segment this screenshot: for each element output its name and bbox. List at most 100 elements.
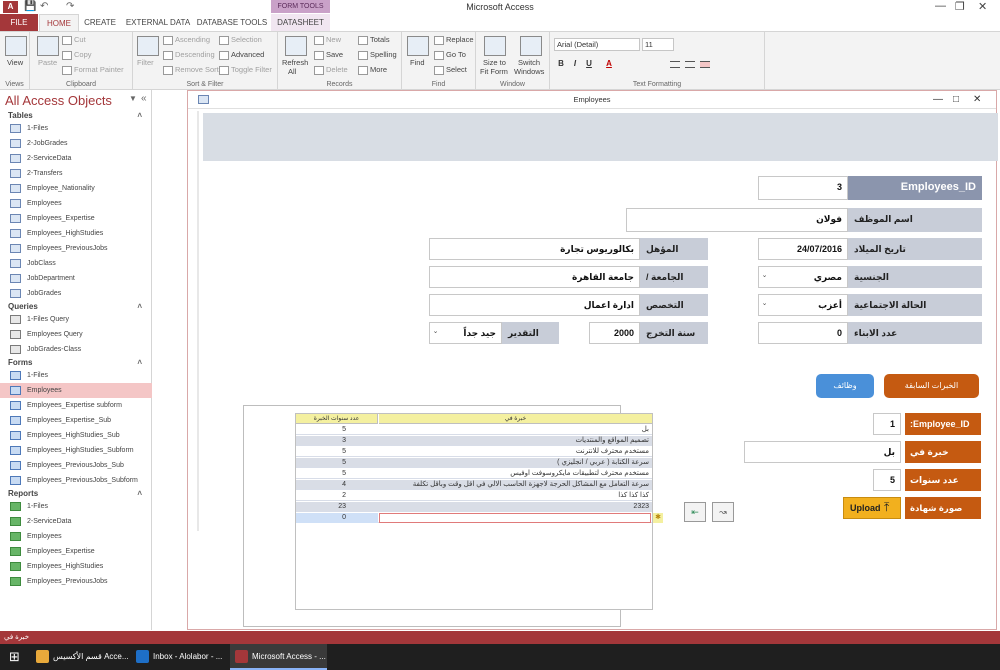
- years-cell[interactable]: 0: [296, 513, 378, 523]
- underline-button[interactable]: U: [584, 59, 594, 69]
- upload-button[interactable]: Upload ⤒: [843, 497, 901, 519]
- tab-create[interactable]: CREATE: [82, 14, 118, 31]
- new-record-icon[interactable]: ↝: [712, 502, 734, 522]
- table-row[interactable]: 5 سرعة الكتابة ( عربي / انجليزي ): [296, 458, 652, 468]
- ascending-button[interactable]: Ascending: [163, 35, 210, 45]
- new-record-button[interactable]: New: [314, 35, 341, 45]
- nav-item-employees[interactable]: Employees: [0, 196, 152, 211]
- employee-id-field[interactable]: 1: [873, 413, 901, 435]
- remove-sort-button[interactable]: Remove Sort: [163, 65, 219, 75]
- copy-button[interactable]: Copy: [62, 50, 92, 60]
- nav-item-employees[interactable]: Employees: [0, 383, 152, 398]
- years-cell[interactable]: 2: [296, 491, 378, 501]
- view-icon[interactable]: [5, 36, 27, 56]
- years-cell[interactable]: 5: [296, 447, 378, 457]
- taskbar-item[interactable]: قسم الأكسيس Acce...: [31, 644, 129, 670]
- form-close-icon[interactable]: ✕: [973, 94, 981, 105]
- paste-icon[interactable]: [37, 36, 59, 56]
- nav-item-employees-expertise[interactable]: Employees_Expertise: [0, 211, 152, 226]
- specialty-field[interactable]: ادارة اعمال: [429, 294, 640, 316]
- tab-external-data[interactable]: EXTERNAL DATA: [122, 14, 194, 31]
- nav-item-jobgrades[interactable]: JobGrades: [0, 286, 152, 301]
- nav-item-2-servicedata[interactable]: 2-ServiceData: [0, 151, 152, 166]
- nationality-combo[interactable]: مصري: [758, 266, 848, 288]
- refresh-icon[interactable]: [285, 36, 307, 56]
- nav-item-employees-expertise[interactable]: Employees_Expertise: [0, 544, 152, 559]
- table-row[interactable]: 5 بل: [296, 425, 652, 435]
- expertise-field[interactable]: بل: [744, 441, 901, 463]
- expertise-cell[interactable]: 2323: [379, 502, 651, 512]
- nav-item-employees[interactable]: Employees: [0, 529, 152, 544]
- expertise-datasheet[interactable]: عدد سنوات الخبرة خبرة في 5 بل 3 تصميم الموا…: [295, 413, 663, 610]
- new-record-row[interactable]: 0 ✱: [296, 513, 663, 523]
- table-row[interactable]: 4 سرعة التعامل مع المشاكل الحرجة لاجهزة ا…: [296, 480, 652, 490]
- nav-item-employees-highstudies-subform[interactable]: Employees_HighStudies_Subform: [0, 443, 152, 458]
- nav-item-employees-highstudies[interactable]: Employees_HighStudies: [0, 559, 152, 574]
- restore-icon[interactable]: ❐: [955, 0, 965, 13]
- switch-windows-button[interactable]: Switch: [518, 58, 540, 67]
- nav-item-employees-highstudies-sub[interactable]: Employees_HighStudies_Sub: [0, 428, 152, 443]
- nav-item-jobgrades-class[interactable]: JobGrades-Class: [0, 342, 152, 357]
- years-cell[interactable]: 5: [296, 469, 378, 479]
- table-row[interactable]: 2 كذا كذا كذا: [296, 491, 652, 501]
- toggle-filter-button[interactable]: Toggle Filter: [219, 65, 272, 75]
- paste-button[interactable]: Paste: [38, 58, 57, 67]
- more-button[interactable]: More: [358, 65, 387, 75]
- nav-item-1-files[interactable]: 1-Files: [0, 368, 152, 383]
- years-cell[interactable]: 5: [296, 458, 378, 468]
- delete-record-button[interactable]: Delete: [314, 65, 348, 75]
- years-cell[interactable]: 5: [296, 425, 378, 435]
- form-restore-icon[interactable]: □: [953, 94, 959, 105]
- font-size-select[interactable]: 11: [642, 38, 674, 51]
- binoculars-icon[interactable]: [407, 36, 429, 56]
- years-cell[interactable]: 3: [296, 436, 378, 446]
- nav-item-2-transfers[interactable]: 2-Transfers: [0, 166, 152, 181]
- nav-item-employees-expertise-subform[interactable]: Employees_Expertise subform: [0, 398, 152, 413]
- nationality-dropdown-icon[interactable]: ⌄: [758, 266, 770, 288]
- table-row[interactable]: 23 2323: [296, 502, 652, 512]
- size-to-fit-button[interactable]: Size to: [483, 58, 506, 67]
- nav-item-employees-previousjobs-subform[interactable]: Employees_PreviousJobs_Subform: [0, 473, 152, 488]
- birth-date-field[interactable]: 24/07/2016: [758, 238, 848, 260]
- table-row[interactable]: 3 تصميم المواقع والمنتديات: [296, 436, 652, 446]
- selection-button[interactable]: Selection: [219, 35, 262, 45]
- years-cell[interactable]: 4: [296, 480, 378, 490]
- filter-icon[interactable]: [137, 36, 159, 56]
- column-header-expertise[interactable]: خبرة في: [379, 414, 652, 424]
- table-row[interactable]: 5 مستخدم محترف للانترنت: [296, 447, 652, 457]
- expertise-cell[interactable]: سرعة التعامل مع المشاكل الحرجة لاجهزة ال…: [379, 480, 651, 490]
- advanced-button[interactable]: Advanced: [219, 50, 264, 60]
- italic-button[interactable]: I: [570, 59, 580, 69]
- expertise-cell[interactable]: [379, 513, 651, 523]
- navigation-pane-title[interactable]: All Access Objects: [5, 93, 112, 108]
- marital-status-combo[interactable]: أعزب: [758, 294, 848, 316]
- expertise-cell[interactable]: بل: [379, 425, 651, 435]
- taskbar-item[interactable]: Microsoft Access - ...: [230, 644, 327, 670]
- expertise-cell[interactable]: تصميم المواقع والمنتديات: [379, 436, 651, 446]
- column-header-years[interactable]: عدد سنوات الخبرة: [296, 414, 378, 424]
- taskbar-item[interactable]: Inbox - Alolabor - ...: [131, 644, 228, 670]
- nav-item-employees-previousjobs[interactable]: Employees_PreviousJobs: [0, 574, 152, 589]
- nav-item-1-files-query[interactable]: 1-Files Query: [0, 312, 152, 327]
- font-name-select[interactable]: Arial (Detail): [554, 38, 640, 51]
- expertise-cell[interactable]: مستخدم محترف للانترنت: [379, 447, 651, 457]
- descending-button[interactable]: Descending: [163, 50, 215, 60]
- years-cell[interactable]: 23: [296, 502, 378, 512]
- nav-item-employees-expertise-sub[interactable]: Employees_Expertise_Sub: [0, 413, 152, 428]
- nav-item-jobclass[interactable]: JobClass: [0, 256, 152, 271]
- tab-file[interactable]: FILE: [0, 14, 38, 31]
- tab-database-tools[interactable]: DATABASE TOOLS: [196, 14, 268, 31]
- totals-button[interactable]: Totals: [358, 35, 390, 45]
- first-record-icon[interactable]: ⇤: [684, 502, 706, 522]
- format-painter-button[interactable]: Format Painter: [62, 65, 124, 75]
- nav-item-2-servicedata[interactable]: 2-ServiceData: [0, 514, 152, 529]
- align-center-icon[interactable]: [685, 61, 695, 68]
- years-field[interactable]: 5: [873, 469, 901, 491]
- form-minimize-icon[interactable]: —: [933, 94, 943, 105]
- children-field[interactable]: 0: [758, 322, 848, 344]
- select-button[interactable]: Select: [434, 65, 467, 75]
- align-left-icon[interactable]: [670, 61, 680, 68]
- cut-button[interactable]: Cut: [62, 35, 86, 45]
- find-button[interactable]: Find: [410, 58, 425, 67]
- nav-collapse-icon[interactable]: «: [141, 93, 147, 104]
